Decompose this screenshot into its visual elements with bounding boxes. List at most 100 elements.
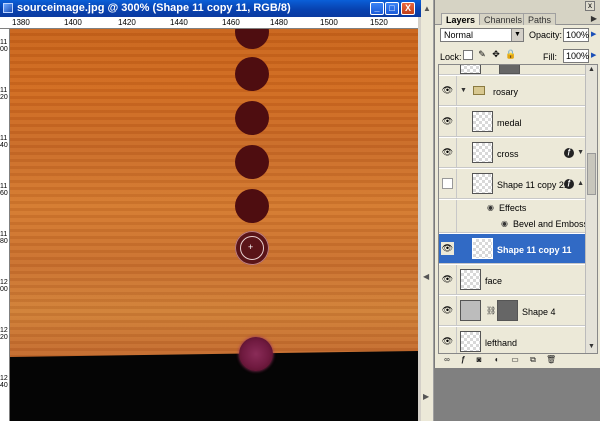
rosary-bead[interactable] (235, 145, 269, 179)
panel-close-button[interactable]: x (585, 1, 595, 11)
ruler-label: 1220 (0, 327, 8, 341)
layer-thumbnail (460, 300, 481, 321)
add-layer-style-icon[interactable]: ƒ (458, 355, 468, 365)
layers-list[interactable]: 👁 ▼ rosary 👁 medal 👁 cross ƒ ▼ Shape 11 … (438, 64, 598, 354)
selected-bead[interactable]: + (235, 231, 269, 265)
trash-icon[interactable]: 🗑 (546, 355, 556, 365)
effect-bevel-emboss[interactable]: ◉ Bevel and Emboss (439, 216, 589, 233)
scroll-down-arrow-icon[interactable]: ▶ (423, 392, 429, 401)
layer-row[interactable] (439, 65, 586, 75)
opacity-field[interactable]: 100% (563, 28, 589, 42)
rosary-bead[interactable] (235, 57, 269, 91)
layer-group-rosary[interactable]: 👁 ▼ rosary (439, 76, 586, 106)
layer-thumbnail (460, 65, 481, 74)
document-title: sourceimage.jpg @ 300% (Shape 11 copy 11… (17, 2, 291, 14)
ruler-label: 1160 (0, 183, 8, 197)
fill-slider-arrow-icon[interactable]: ▶ (591, 51, 596, 59)
document-icon (3, 3, 13, 13)
layer-thumbnail (460, 331, 481, 352)
tab-layers[interactable]: Layers (441, 13, 481, 25)
rosary-bead[interactable] (235, 101, 269, 135)
image-canvas[interactable]: + (10, 29, 418, 421)
panel-dock-gutter: ▲ ◀ ▶ (421, 0, 434, 421)
ruler-label: 1100 (0, 39, 8, 53)
new-group-icon[interactable]: ▭ (510, 355, 520, 365)
rosary-bead[interactable] (235, 189, 269, 223)
maximize-button[interactable]: □ (385, 2, 399, 15)
vertical-ruler[interactable]: 1100 1120 1140 1160 1180 1200 1220 1240 (0, 29, 10, 421)
eye-icon[interactable]: 👁 (441, 335, 454, 348)
ruler-label: 1420 (118, 18, 136, 27)
ruler-label: 1180 (0, 231, 8, 245)
layers-scrollbar[interactable]: ▲ ▼ (585, 65, 597, 353)
crosshair-icon: + (248, 242, 254, 252)
eye-icon[interactable]: 👁 (441, 242, 454, 255)
tab-paths[interactable]: Paths (523, 13, 557, 25)
layer-name: Shape 11 copy 21 (497, 180, 569, 190)
chain-link-icon[interactable]: ⛓ (486, 306, 496, 315)
blend-mode-select[interactable]: Normal ▼ (440, 28, 524, 42)
layer-thumbnail (472, 142, 493, 163)
lock-position-move-icon[interactable]: ✥ (491, 50, 501, 60)
scroll-up-arrow-icon[interactable]: ▲ (423, 4, 431, 13)
eye-icon[interactable]: 👁 (441, 273, 454, 286)
layer-shape-11-copy-11[interactable]: 👁 Shape 11 copy 11 (439, 234, 586, 264)
ruler-label: 1140 (0, 135, 8, 149)
layer-medal[interactable]: 👁 medal (439, 107, 586, 137)
panel-menu-icon[interactable]: ▶ (591, 14, 597, 23)
scrollbar-thumb[interactable] (587, 153, 596, 195)
fill-label: Fill: (543, 52, 557, 62)
eye-icon[interactable]: ◉ (487, 203, 494, 212)
layers-panel-toolbar: ∞ ƒ ◙ ◐ ▭ ⧉ 🗑 (438, 354, 598, 367)
layer-face[interactable]: 👁 face (439, 265, 586, 295)
layer-shape-4[interactable]: 👁 ⛓ Shape 4 (439, 296, 586, 326)
layer-name: Effects (499, 203, 527, 213)
fx-icon[interactable]: ƒ (564, 148, 574, 158)
scroll-down-icon[interactable]: ▼ (588, 343, 595, 350)
tab-channels[interactable]: Channels (479, 13, 528, 25)
effects-row[interactable]: ◉ Effects (439, 200, 586, 216)
layer-name: Shape 11 copy 11 (497, 245, 572, 255)
eye-icon[interactable]: 👁 (441, 115, 454, 128)
layer-name: Bevel and Emboss (513, 219, 589, 229)
eye-icon[interactable]: 👁 (441, 146, 454, 159)
folder-icon (473, 86, 485, 95)
ruler-label: 1480 (270, 18, 288, 27)
document-titlebar[interactable]: sourceimage.jpg @ 300% (Shape 11 copy 11… (0, 0, 421, 17)
eye-icon[interactable]: ◉ (501, 219, 508, 228)
opacity-slider-arrow-icon[interactable]: ▶ (591, 30, 596, 38)
fx-icon[interactable]: ƒ (564, 179, 574, 189)
lock-image-brush-icon[interactable]: ✎ (477, 50, 487, 60)
layer-name: rosary (493, 87, 519, 97)
link-layers-icon[interactable]: ∞ (442, 355, 452, 365)
layer-cross[interactable]: 👁 cross ƒ ▼ (439, 138, 586, 168)
mask-thumbnail (499, 65, 520, 74)
add-mask-icon[interactable]: ◙ (474, 355, 484, 365)
scroll-mid-arrow-icon[interactable]: ◀ (423, 272, 429, 281)
ruler-label: 1520 (370, 18, 388, 27)
medal-bead[interactable] (239, 337, 273, 371)
horizontal-ruler[interactable]: 1380 1400 1420 1440 1460 1480 1500 1520 (0, 17, 418, 29)
layers-panel: x Layers Channels Paths ▶ Normal ▼ Opaci… (434, 0, 600, 368)
layer-name: face (485, 276, 503, 286)
close-button[interactable]: X (401, 2, 415, 15)
eye-icon[interactable]: 👁 (441, 84, 454, 97)
rosary-bead[interactable] (235, 29, 269, 49)
lock-all-icon[interactable]: 🔒 (505, 50, 516, 60)
ruler-label: 1500 (320, 18, 338, 27)
expand-triangle-icon[interactable]: ▼ (460, 87, 467, 94)
layer-thumbnail (472, 173, 493, 194)
chevron-down-icon[interactable]: ▼ (577, 149, 584, 156)
layer-lefthand[interactable]: 👁 lefthand (439, 327, 586, 353)
new-layer-icon[interactable]: ⧉ (528, 355, 538, 365)
minimize-button[interactable]: _ (370, 2, 384, 15)
layer-shape-11-copy-21[interactable]: Shape 11 copy 21 ƒ ▲ (439, 169, 586, 199)
visibility-toggle-off[interactable] (442, 178, 453, 189)
lock-transparency-icon[interactable] (463, 50, 473, 60)
chevron-up-icon[interactable]: ▲ (577, 180, 584, 187)
eye-icon[interactable]: 👁 (441, 304, 454, 317)
scroll-up-icon[interactable]: ▲ (588, 66, 595, 73)
layer-name: cross (497, 149, 519, 159)
fill-field[interactable]: 100% (563, 49, 589, 63)
adjustment-layer-icon[interactable]: ◐ (492, 355, 502, 365)
